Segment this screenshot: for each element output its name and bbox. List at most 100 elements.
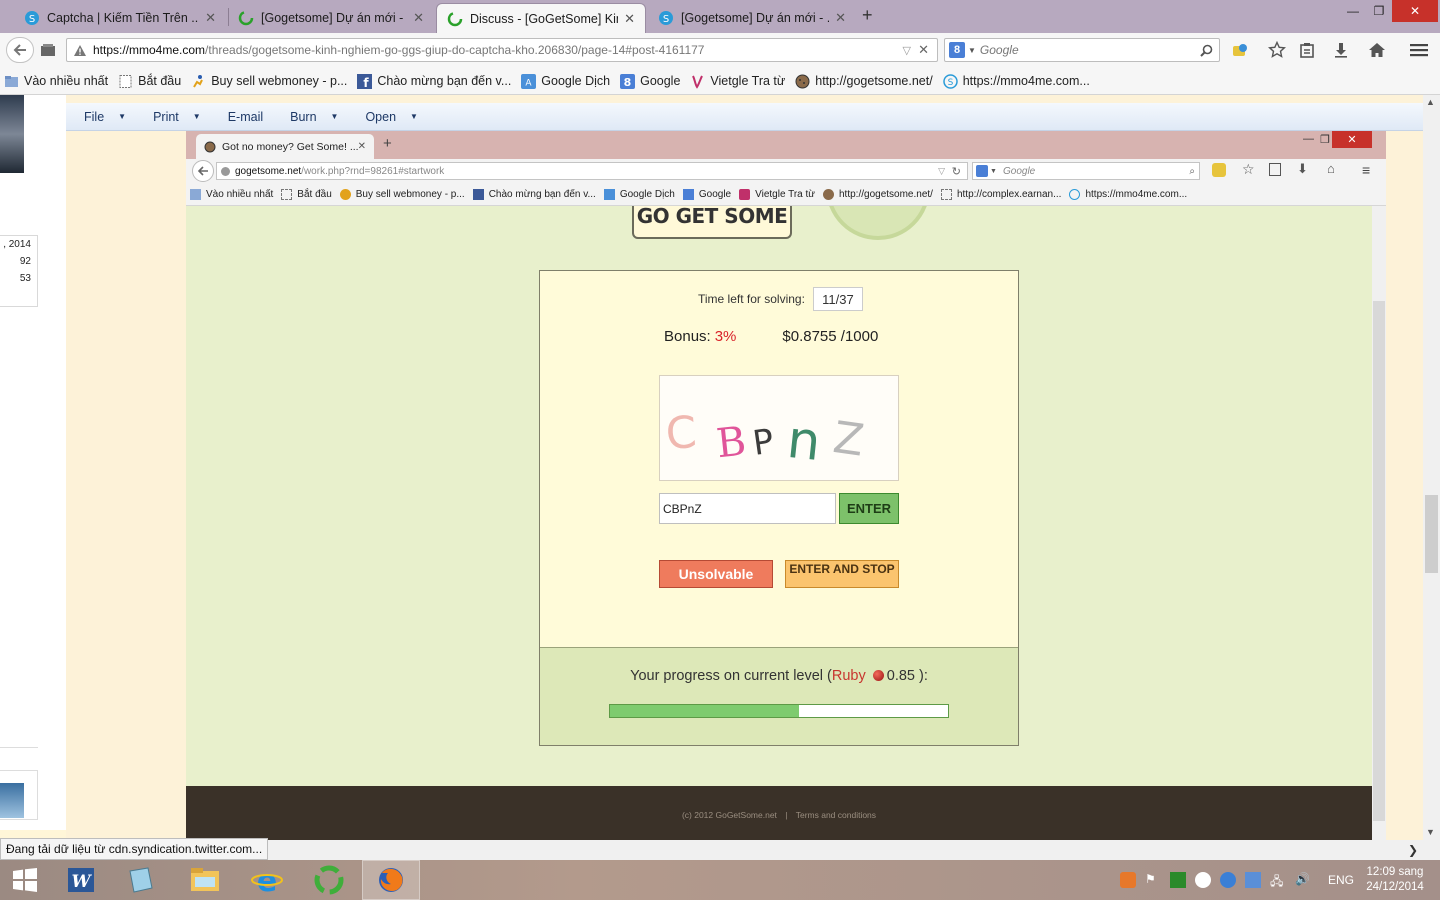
taskbar-notepad[interactable] bbox=[112, 860, 170, 900]
page-scrollbar[interactable]: ▲ ▼ bbox=[1423, 95, 1440, 840]
search-icon[interactable]: ⌕ bbox=[1189, 166, 1195, 177]
reload-icon[interactable]: ↻ bbox=[952, 165, 961, 178]
minimize-button[interactable]: — bbox=[1340, 0, 1366, 22]
taskbar-ie[interactable]: e bbox=[238, 860, 296, 900]
network-icon[interactable]: 🖧 bbox=[1270, 872, 1286, 888]
home-button[interactable] bbox=[1366, 40, 1388, 60]
enter-button[interactable]: ENTER bbox=[839, 493, 899, 524]
bluetooth-icon[interactable] bbox=[1220, 872, 1236, 888]
enter-and-stop-button[interactable]: ENTER AND STOP bbox=[785, 560, 899, 588]
addon-icon[interactable] bbox=[1212, 163, 1226, 177]
bookmark-gogetsome[interactable]: http://gogetsome.net/ bbox=[795, 74, 933, 89]
scroll-down-icon[interactable]: ▼ bbox=[1426, 827, 1435, 837]
download-icon[interactable]: ⬇ bbox=[1297, 161, 1308, 177]
bookmark-gogetsome[interactable]: http://gogetsome.net/ bbox=[823, 188, 933, 200]
notes-icon[interactable] bbox=[1245, 872, 1261, 888]
app-tray-icon[interactable] bbox=[1120, 872, 1136, 888]
bookmark-star-button[interactable] bbox=[1266, 40, 1288, 60]
tab-gogetsome-2[interactable]: S [Gogetsome] Dự án mới - ... ✕ bbox=[648, 3, 856, 33]
site-logo[interactable]: GO GET SOME bbox=[632, 206, 792, 239]
new-tab-button[interactable]: + bbox=[862, 5, 873, 26]
star-icon[interactable]: ☆ bbox=[1242, 161, 1255, 178]
new-tab-button[interactable]: + bbox=[383, 135, 392, 152]
downloads-button[interactable] bbox=[1330, 40, 1352, 60]
scroll-up-icon[interactable]: ▲ bbox=[1426, 97, 1435, 107]
tab-groups-button[interactable] bbox=[38, 41, 58, 59]
tab-gogetsome-1[interactable]: [Gogetsome] Dự án mới - ... ✕ bbox=[228, 3, 434, 33]
bookmark-facebook[interactable]: Chào mừng bạn đến v... bbox=[472, 188, 596, 200]
volume-icon[interactable]: 🔊 bbox=[1295, 872, 1311, 888]
taskbar-word[interactable]: W bbox=[52, 860, 110, 900]
bookmark-webmoney[interactable]: Buy sell webmoney - p... bbox=[191, 74, 347, 89]
page-icon bbox=[940, 188, 952, 200]
bookmark-complex-earn[interactable]: http://complex.earnan... bbox=[940, 188, 1061, 200]
bookmark-google-translate[interactable]: A Google Dịch bbox=[521, 73, 610, 89]
search-input[interactable]: 8 ▼ Google bbox=[944, 38, 1220, 62]
taskbar-explorer[interactable] bbox=[176, 860, 234, 900]
nvidia-icon[interactable] bbox=[1170, 872, 1186, 888]
bookmark-getting-started[interactable]: Bắt đầu bbox=[281, 188, 332, 200]
bookmark-google-translate[interactable]: Google Dịch bbox=[603, 188, 675, 200]
bookmark-google[interactable]: 8 Google bbox=[620, 73, 680, 89]
stop-icon[interactable]: ✕ bbox=[918, 42, 929, 58]
close-window-button[interactable]: ✕ bbox=[1392, 0, 1438, 22]
close-icon[interactable]: ✕ bbox=[413, 10, 424, 26]
home-icon[interactable]: ⌂ bbox=[1327, 161, 1335, 176]
bookmark-vietgle[interactable]: Vietgle Tra từ bbox=[739, 188, 815, 200]
close-window-button[interactable]: ✕ bbox=[1332, 131, 1372, 148]
taskbar-sync[interactable] bbox=[300, 860, 358, 900]
menu-button[interactable] bbox=[1408, 40, 1430, 60]
clock[interactable]: 12:09 sang 24/12/2014 bbox=[1360, 865, 1430, 895]
clipboard-icon[interactable] bbox=[1269, 163, 1281, 176]
hamburger-icon[interactable]: ≡ bbox=[1362, 162, 1370, 178]
menu-email[interactable]: E-mail bbox=[228, 110, 263, 124]
inner-tab-gogetsome[interactable]: Got no money? Get Some! ... ✕ bbox=[196, 134, 374, 159]
scroll-thumb[interactable] bbox=[1373, 301, 1385, 821]
bookmark-webmoney[interactable]: Buy sell webmoney - p... bbox=[339, 188, 465, 200]
menu-file[interactable]: File ▼ bbox=[84, 110, 126, 124]
scroll-thumb[interactable] bbox=[1425, 495, 1438, 573]
language-indicator[interactable]: ENG bbox=[1328, 873, 1354, 887]
dropdown-icon[interactable]: ▽ bbox=[903, 44, 911, 57]
back-button[interactable] bbox=[192, 160, 214, 182]
bookmark-most-visited[interactable]: Vào nhiều nhất bbox=[4, 74, 108, 89]
back-button[interactable] bbox=[6, 37, 34, 63]
restore-button[interactable]: ❐ bbox=[1366, 0, 1392, 22]
menu-open[interactable]: Open ▼ bbox=[365, 110, 418, 124]
facebook-icon: f bbox=[357, 73, 373, 89]
close-icon[interactable]: ✕ bbox=[624, 11, 635, 27]
unsolvable-button[interactable]: Unsolvable bbox=[659, 560, 773, 588]
bookmark-mmo4me[interactable]: Shttps://mmo4me.com... bbox=[942, 73, 1090, 89]
panda-icon[interactable] bbox=[1195, 872, 1211, 888]
bookmark-getting-started[interactable]: Bắt đầu bbox=[118, 74, 181, 89]
close-icon[interactable]: ✕ bbox=[205, 10, 216, 26]
inner-scrollbar[interactable] bbox=[1372, 206, 1386, 840]
close-icon[interactable]: ✕ bbox=[835, 10, 846, 26]
url-bar[interactable]: https://mmo4me.com/threads/gogetsome-kin… bbox=[66, 38, 938, 62]
inner-search-input[interactable]: ▼ Google ⌕ bbox=[972, 162, 1200, 180]
bookmark-vietgle[interactable]: Vietgle Tra từ bbox=[690, 74, 785, 89]
bookmark-mmo4me[interactable]: https://mmo4me.com... bbox=[1069, 188, 1187, 200]
addon-button[interactable] bbox=[1230, 41, 1250, 59]
bookmarks-menu-button[interactable] bbox=[1296, 40, 1318, 60]
taskbar-firefox[interactable] bbox=[362, 860, 420, 900]
terms-link[interactable]: Terms and conditions bbox=[796, 810, 876, 820]
bookmark-most-visited[interactable]: Vào nhiều nhất bbox=[190, 188, 273, 200]
menu-print[interactable]: Print ▼ bbox=[153, 110, 201, 124]
bookmark-facebook[interactable]: f Chào mừng bạn đến v... bbox=[357, 73, 511, 89]
chevron-down-icon: ▼ bbox=[968, 45, 976, 55]
dropdown-icon[interactable]: ▽ bbox=[938, 166, 945, 177]
start-button[interactable] bbox=[0, 860, 50, 900]
tab-discuss[interactable]: Discuss - [GoGetSome] Kin... ✕ bbox=[436, 3, 646, 33]
restore-button[interactable]: ❐ bbox=[1320, 133, 1330, 146]
menu-burn[interactable]: Burn ▼ bbox=[290, 110, 338, 124]
close-icon[interactable]: ✕ bbox=[358, 141, 366, 152]
search-icon[interactable] bbox=[1200, 44, 1213, 57]
flag-icon[interactable]: ⚑ bbox=[1145, 872, 1161, 888]
bookmark-google[interactable]: Google bbox=[682, 188, 731, 200]
minimize-button[interactable]: — bbox=[1303, 133, 1314, 145]
scroll-right-icon[interactable]: ❯ bbox=[1408, 843, 1418, 857]
captcha-answer-input[interactable] bbox=[659, 493, 836, 524]
inner-url-bar[interactable]: gogetsome.net/work.php?rnd=98261#startwo… bbox=[216, 162, 968, 180]
tab-captcha[interactable]: S Captcha | Kiếm Tiền Trên ... ✕ bbox=[14, 3, 226, 33]
